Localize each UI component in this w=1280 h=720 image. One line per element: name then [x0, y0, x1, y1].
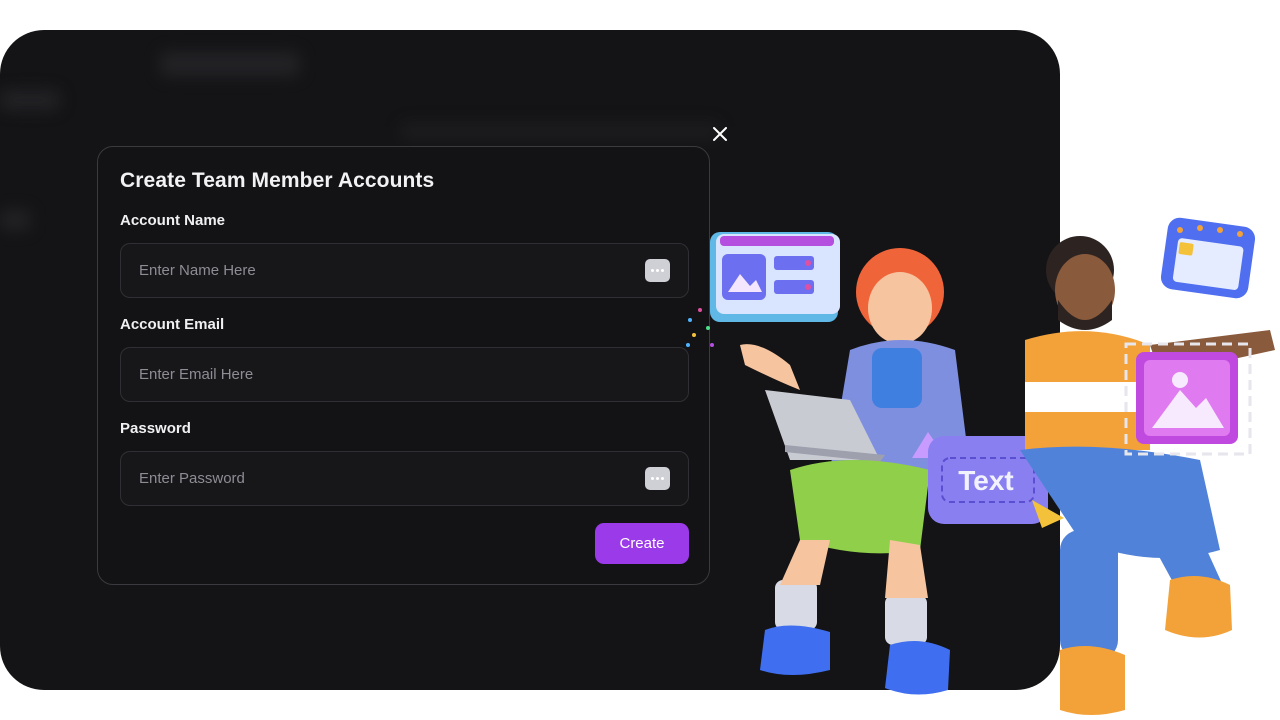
close-icon [713, 127, 727, 141]
calendar-icon [1160, 217, 1256, 299]
modal-title: Create Team Member Accounts [120, 169, 435, 192]
create-button[interactable]: Create [595, 523, 689, 564]
more-dots-icon [651, 477, 664, 480]
blurred-sidebar-item [0, 210, 30, 230]
more-dots-icon [651, 269, 664, 272]
account-email-field[interactable] [120, 347, 689, 402]
password-field[interactable] [120, 451, 689, 506]
text-badge-label: Text [958, 465, 1014, 496]
blurred-subtitle [400, 122, 720, 140]
account-email-label: Account Email [120, 316, 225, 333]
account-name-field[interactable] [120, 243, 689, 298]
image-window-icon [710, 232, 840, 322]
password-input[interactable] [139, 470, 645, 487]
character-beard [1020, 236, 1275, 715]
blurred-sidebar-item [0, 90, 60, 110]
more-options-button[interactable] [645, 259, 670, 282]
blurred-header [160, 52, 300, 76]
password-label: Password [120, 420, 191, 437]
close-button[interactable] [708, 122, 732, 146]
account-name-input[interactable] [139, 262, 645, 279]
create-team-member-modal: Create Team Member Accounts Account Name… [97, 146, 710, 585]
image-frame-icon [1124, 342, 1252, 456]
more-options-button[interactable] [645, 467, 670, 490]
account-email-input[interactable] [139, 366, 670, 383]
confetti-icon [686, 308, 714, 347]
team-illustration: Text [686, 217, 1275, 715]
account-name-label: Account Name [120, 212, 226, 229]
page: Create Team Member Accounts Account Name… [0, 0, 1280, 720]
